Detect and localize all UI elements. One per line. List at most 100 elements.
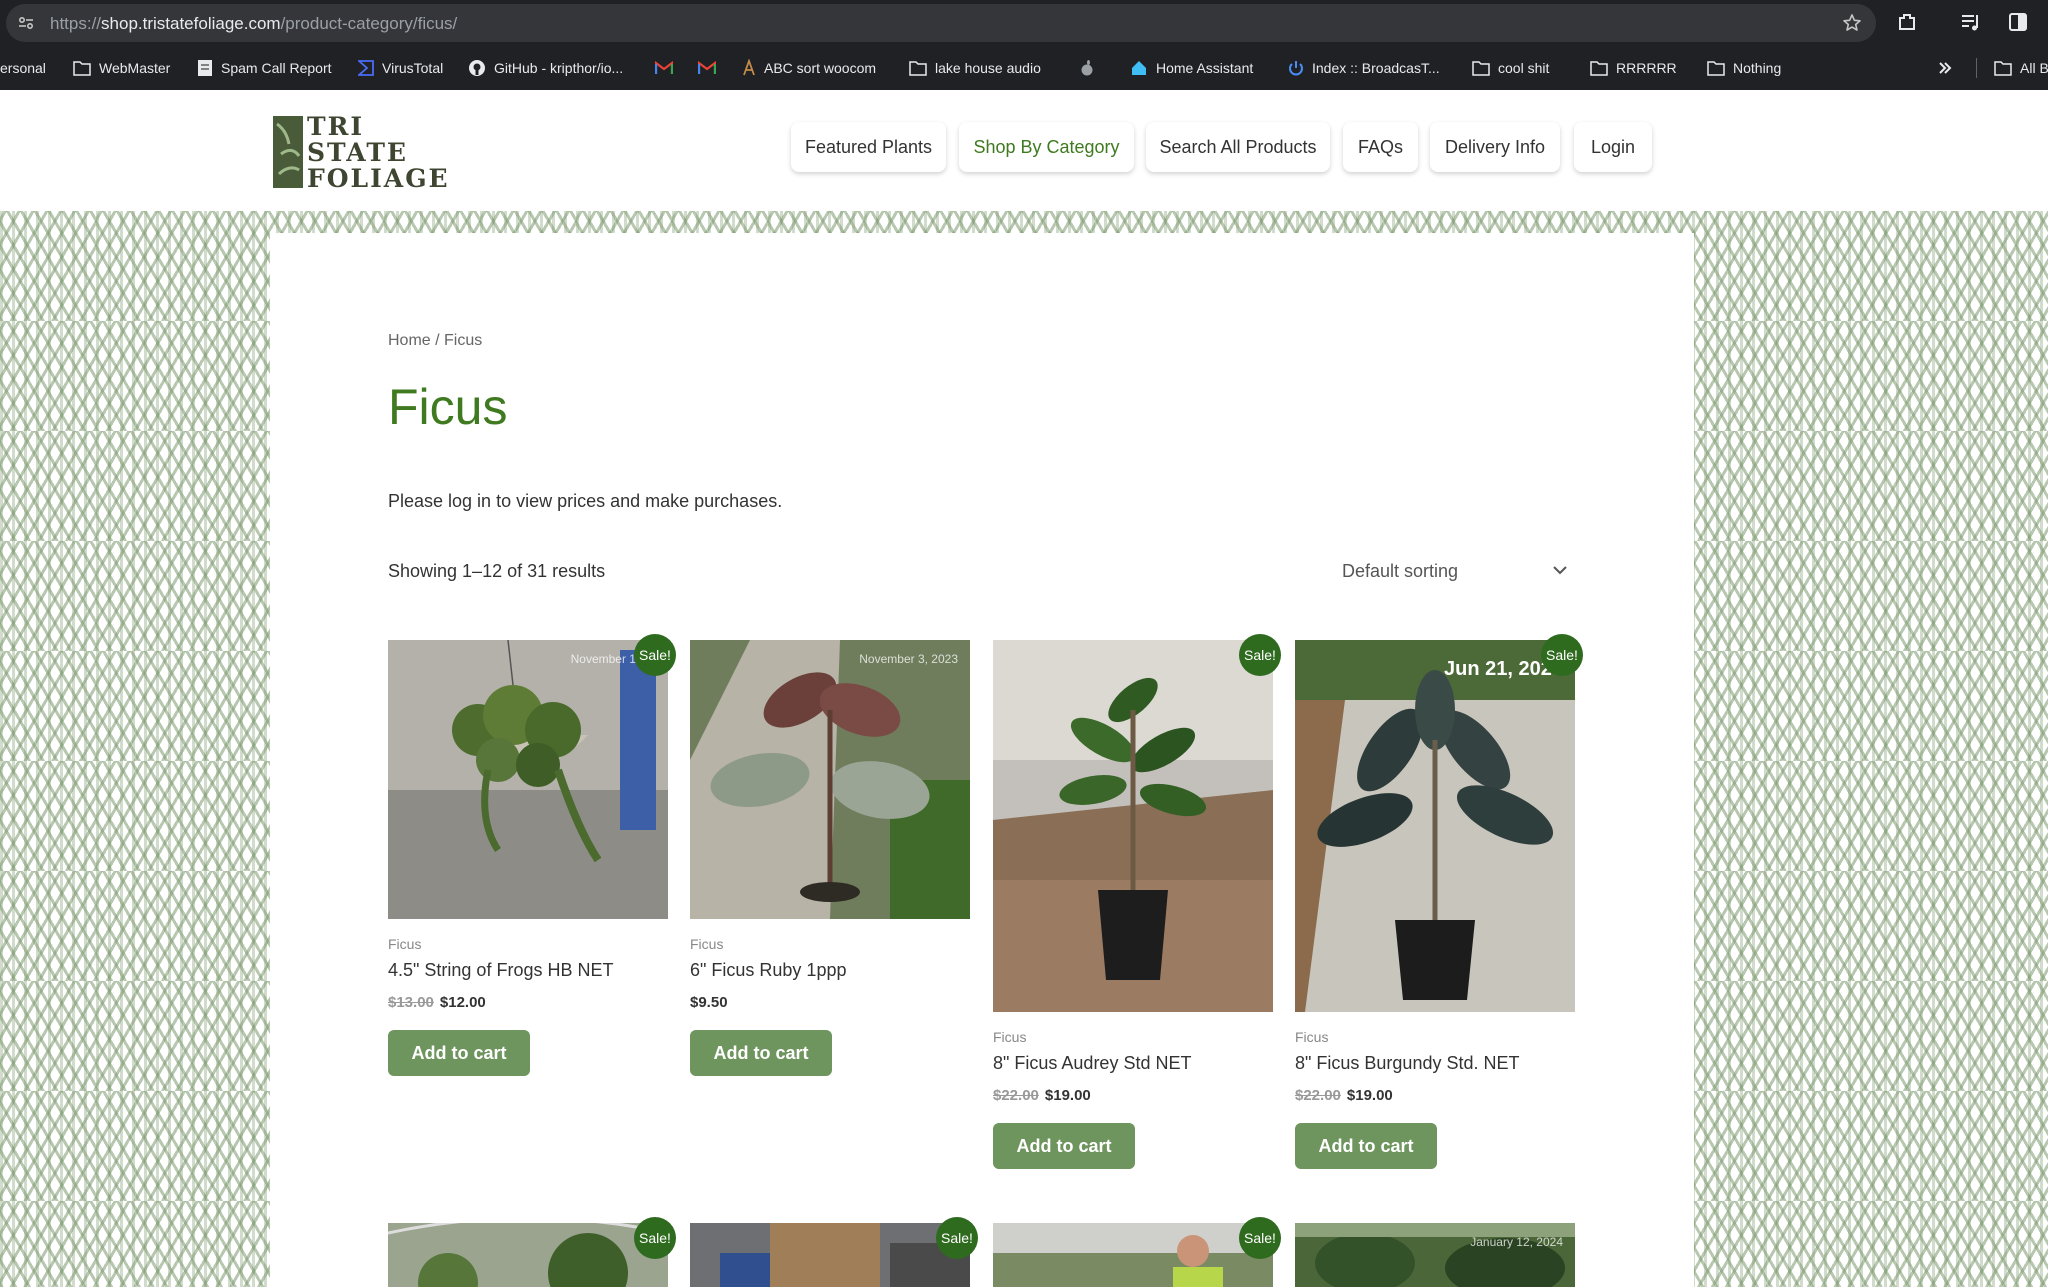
breadcrumb-home[interactable]: Home — [388, 332, 431, 349]
chevron-down-icon — [1553, 566, 1567, 575]
url-host: shop.tristatefoliage.com — [101, 14, 281, 33]
nav-delivery-info[interactable]: Delivery Info — [1430, 122, 1560, 172]
add-to-cart-button[interactable]: Add to cart — [388, 1030, 530, 1076]
bookmark-rrrrrr[interactable]: RRRRRR — [1590, 57, 1677, 79]
product-card: Sale! — [690, 1217, 978, 1287]
url-path: /product-category/ficus/ — [280, 14, 458, 33]
bookmark-gmail-2[interactable] — [698, 57, 724, 79]
old-price: $13.00 — [388, 994, 434, 1011]
bookmark-abc-sort[interactable]: ABC sort woocom — [742, 57, 876, 79]
product-price: $13.00 $12.00 — [388, 994, 486, 1011]
bookmark-webmaster[interactable]: WebMaster — [73, 57, 170, 79]
home-assistant-icon — [1132, 61, 1146, 75]
bookmark-cool-shit[interactable]: cool shit — [1472, 57, 1549, 79]
product-name[interactable]: 4.5" String of Frogs HB NET — [388, 960, 613, 981]
folder-icon — [1994, 61, 2012, 76]
folder-icon — [1707, 61, 1725, 76]
breadcrumb: Home / Ficus — [388, 332, 482, 350]
side-panel-icon[interactable] — [2007, 11, 2029, 33]
bookmark-home-assistant[interactable]: Home Assistant — [1130, 57, 1253, 79]
product-category[interactable]: Ficus — [690, 936, 723, 952]
product-image[interactable]: Jun 21, 2023 — [1295, 640, 1575, 1012]
sale-badge: Sale! — [1239, 1217, 1281, 1259]
product-category[interactable]: Ficus — [1295, 1029, 1328, 1045]
bookmark-spam-call-report[interactable]: Spam Call Report — [197, 57, 332, 79]
bookmark-label: cool shit — [1498, 60, 1550, 76]
sale-price: $19.00 — [1346, 1087, 1393, 1104]
sorting-select[interactable]: Default sorting — [1330, 552, 1576, 590]
product-image[interactable] — [388, 1223, 668, 1287]
sorting-value: Default sorting — [1342, 560, 1459, 581]
sale-badge: Sale! — [1239, 634, 1281, 676]
product-image[interactable]: November 3, 2023 — [690, 640, 970, 919]
url-prefix: https:// — [50, 14, 102, 33]
address-bar[interactable]: https://shop.tristatefoliage.com/product… — [6, 4, 1876, 42]
product-card: January 12, 2024 — [1295, 1223, 1575, 1287]
bookmarks-bar: ersonal WebMaster Spam Call Report Virus… — [0, 46, 2048, 90]
site-info-icon[interactable] — [18, 15, 34, 31]
bookmark-label: All B — [2020, 60, 2048, 76]
bookmark-label: Index :: BroadcasT... — [1312, 60, 1440, 76]
product-image[interactable]: November 10, 2 — [388, 640, 668, 919]
image-date-stamp: November 3, 2023 — [859, 652, 958, 666]
image-date-stamp: January 12, 2024 — [1470, 1235, 1563, 1249]
power-icon — [1289, 61, 1303, 76]
apple-icon — [1081, 60, 1093, 76]
folder-icon — [1472, 61, 1490, 76]
github-icon — [469, 60, 485, 76]
bookmark-broadcast[interactable]: Index :: BroadcasT... — [1288, 57, 1440, 79]
site-header: TRI STATE FOLIAGE Featured Plants Shop B… — [0, 90, 2048, 211]
bookmark-github[interactable]: GitHub - kripthor/io... — [468, 57, 623, 79]
nav-search-all-products[interactable]: Search All Products — [1146, 122, 1330, 172]
bookmark-virustotal[interactable]: VirusTotal — [358, 57, 443, 79]
page-icon — [198, 60, 212, 76]
product-image[interactable]: January 12, 2024 — [1295, 1223, 1575, 1287]
bookmark-apple[interactable] — [1080, 57, 1102, 79]
virustotal-icon — [358, 60, 374, 76]
gmail-icon — [655, 61, 673, 74]
bookmark-nothing[interactable]: Nothing — [1707, 57, 1781, 79]
product-name[interactable]: 8" Ficus Audrey Std NET — [993, 1053, 1191, 1074]
bookmark-lake-house-audio[interactable]: lake house audio — [909, 57, 1041, 79]
bookmark-all-bookmarks[interactable]: All B — [1994, 57, 2048, 79]
product-image[interactable] — [993, 1223, 1273, 1287]
product-category[interactable]: Ficus — [993, 1029, 1026, 1045]
product-category[interactable]: Ficus — [388, 936, 421, 952]
nav-featured-plants[interactable]: Featured Plants — [791, 122, 946, 172]
page-title: Ficus — [388, 379, 508, 435]
nav-login[interactable]: Login — [1574, 122, 1652, 172]
media-queue-icon[interactable] — [1960, 11, 1982, 33]
bookmarks-overflow-chevron-icon[interactable] — [1938, 57, 1960, 79]
product-name[interactable]: 8" Ficus Burgundy Std. NET — [1295, 1053, 1519, 1074]
bookmark-star-icon[interactable] — [1842, 13, 1862, 33]
site-logo[interactable]: TRI STATE FOLIAGE — [271, 112, 469, 194]
bookmark-label: ABC sort woocom — [764, 60, 877, 76]
extensions-icon[interactable] — [1896, 11, 1918, 33]
url-text[interactable]: https://shop.tristatefoliage.com/product… — [50, 14, 457, 34]
bookmarks-divider — [1976, 58, 1977, 78]
add-to-cart-button[interactable]: Add to cart — [1295, 1123, 1437, 1169]
bookmark-label: lake house audio — [935, 60, 1041, 76]
product-image[interactable] — [690, 1223, 970, 1287]
product-card: November 3, 2023 Ficus 6" Ficus Ruby 1pp… — [690, 640, 970, 1080]
bookmark-label: Nothing — [1733, 60, 1782, 76]
gmail-icon — [698, 61, 716, 74]
product-card: Sale! — [388, 1217, 676, 1287]
logo-text-line-1: TRI — [307, 112, 365, 141]
add-to-cart-button[interactable]: Add to cart — [690, 1030, 832, 1076]
product-name[interactable]: 6" Ficus Ruby 1ppp — [690, 960, 846, 981]
bookmark-label: ersonal — [0, 60, 46, 76]
bookmark-label: RRRRRR — [1616, 60, 1677, 76]
bookmark-personal[interactable]: ersonal — [0, 57, 46, 79]
bookmark-label: VirusTotal — [382, 60, 444, 76]
folder-icon — [909, 61, 927, 76]
old-price: $22.00 — [993, 1087, 1039, 1104]
nav-shop-by-category[interactable]: Shop By Category — [959, 122, 1134, 172]
nav-faqs[interactable]: FAQs — [1343, 122, 1418, 172]
product-image[interactable] — [993, 640, 1273, 1012]
bookmark-gmail-1[interactable] — [655, 57, 681, 79]
breadcrumb-separator: / — [430, 332, 445, 349]
add-to-cart-button[interactable]: Add to cart — [993, 1123, 1135, 1169]
sale-badge: Sale! — [1541, 634, 1583, 676]
logo-text-line-2: STATE — [307, 138, 408, 167]
